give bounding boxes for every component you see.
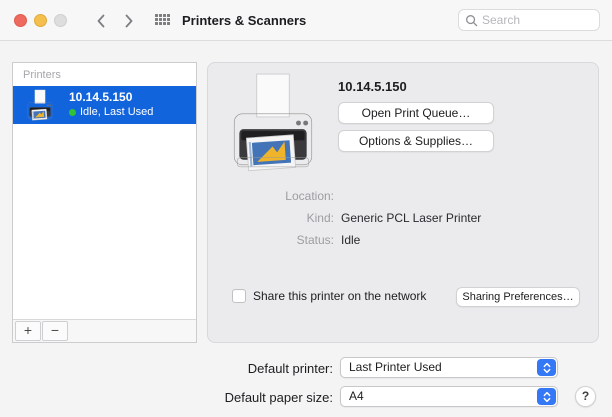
- printer-list-sidebar: Printers 10.14.5.150 Idle, Last Used + −: [12, 62, 197, 343]
- printer-status: Idle, Last Used: [69, 106, 153, 118]
- chevron-right-icon: [125, 14, 133, 28]
- default-printer-popup[interactable]: Last Printer Used: [340, 357, 558, 378]
- printer-name: 10.14.5.150: [69, 90, 133, 104]
- printer-icon: [22, 89, 58, 126]
- forward-button[interactable]: [116, 8, 142, 34]
- status-value: Idle: [341, 233, 361, 247]
- minimize-window-button[interactable]: [34, 14, 47, 27]
- default-paper-size-label: Default paper size:: [224, 390, 333, 405]
- popup-stepper-icon: [537, 388, 556, 405]
- kind-value: Generic PCL Laser Printer: [341, 211, 482, 225]
- show-all-preferences-grid-icon[interactable]: [155, 14, 170, 25]
- window-title: Printers & Scanners: [182, 13, 307, 28]
- printer-list-item-selected[interactable]: 10.14.5.150 Idle, Last Used: [13, 86, 196, 124]
- location-label: Location:: [285, 189, 334, 203]
- search-placeholder: Search: [482, 13, 521, 27]
- help-button[interactable]: ?: [575, 386, 596, 407]
- remove-printer-button[interactable]: −: [42, 321, 68, 341]
- printer-detail-title: 10.14.5.150: [338, 79, 407, 94]
- close-window-button[interactable]: [14, 14, 27, 27]
- zoom-window-button: [54, 14, 67, 27]
- search-input[interactable]: Search: [458, 9, 600, 31]
- open-print-queue-button[interactable]: Open Print Queue…: [338, 102, 494, 124]
- share-printer-label: Share this printer on the network: [253, 289, 427, 303]
- status-label: Status:: [296, 233, 334, 247]
- kind-label: Kind:: [306, 211, 334, 225]
- search-icon: [466, 14, 478, 26]
- default-printer-value: Last Printer Used: [349, 360, 442, 374]
- chevron-left-icon: [97, 14, 105, 28]
- back-button[interactable]: [88, 8, 114, 34]
- popup-stepper-icon: [537, 359, 556, 376]
- options-supplies-button[interactable]: Options & Supplies…: [338, 130, 494, 152]
- default-paper-size-popup[interactable]: A4: [340, 386, 558, 407]
- titlebar: Printers & Scanners Search: [0, 0, 612, 41]
- sidebar-toolbar: + −: [13, 319, 196, 342]
- status-green-dot-icon: [69, 108, 76, 116]
- printer-list-header: Printers: [23, 69, 61, 81]
- printer-detail-panel: 10.14.5.150 Open Print Queue… Options & …: [207, 62, 599, 343]
- printer-large-icon: [232, 71, 314, 178]
- default-paper-size-value: A4: [349, 389, 364, 403]
- sharing-preferences-button[interactable]: Sharing Preferences…: [456, 287, 580, 307]
- add-printer-button[interactable]: +: [15, 321, 41, 341]
- default-printer-label: Default printer:: [247, 361, 333, 376]
- share-printer-checkbox[interactable]: [232, 289, 246, 303]
